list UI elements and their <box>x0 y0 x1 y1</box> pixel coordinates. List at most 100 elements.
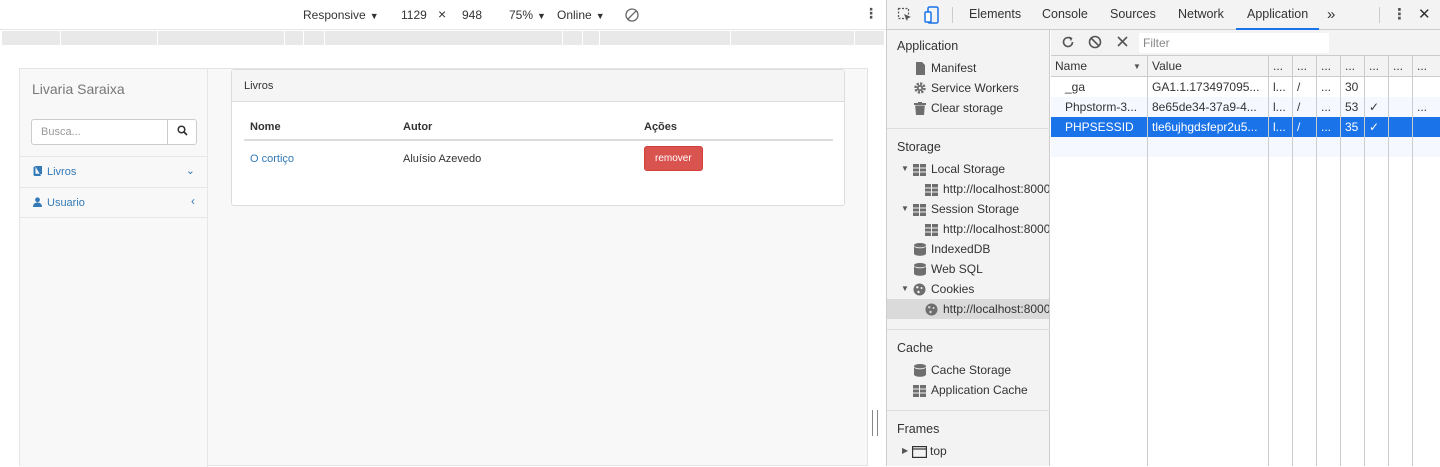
network-throttle-select[interactable]: Online ▼ <box>557 8 605 23</box>
chevron-left-icon: ‹ <box>191 194 195 208</box>
device-viewport: Responsive ▼ 1129 × 948 75% ▼ Online ▼ ⋮ Li… <box>0 0 886 467</box>
sidebar-item-indexeddb[interactable]: IndexedDB <box>887 239 1049 259</box>
sidebar-item-manifest[interactable]: Manifest <box>887 58 1049 78</box>
book-author: Aluísio Azevedo <box>403 152 482 165</box>
sidebar-item-session-storage[interactable]: ▼ Session Storage <box>887 199 1049 219</box>
tab-elements[interactable]: Elements <box>969 0 1021 30</box>
tab-console[interactable]: Console <box>1042 0 1088 30</box>
search-input[interactable] <box>31 119 168 145</box>
expand-triangle-icon[interactable]: ▶ <box>902 441 908 461</box>
device-toolbar-icon[interactable] <box>924 6 940 27</box>
column-header-expires[interactable]: ... <box>1317 56 1341 76</box>
table-row: O cortiço Aluísio Azevedo remover <box>244 140 833 176</box>
cookies-toolbar <box>1051 30 1440 56</box>
column-header-http[interactable]: ... <box>1365 56 1389 76</box>
table-row[interactable]: Phpstorm-3... 8e65de34-37a9-4... l... / … <box>1051 97 1440 117</box>
grid-icon <box>913 162 926 176</box>
devtools-panel: Elements Console Sources Network Applica… <box>886 0 1440 466</box>
device-mode-select[interactable]: Responsive ▼ <box>303 8 379 23</box>
books-panel: Livros Nome Autor Ações O cortiço Aluísi… <box>231 69 845 206</box>
more-tabs-icon[interactable]: » <box>1327 0 1335 30</box>
database-icon <box>914 262 927 276</box>
sidebar-item-local-storage[interactable]: ▼ Local Storage <box>887 159 1049 179</box>
filter-input[interactable] <box>1139 33 1329 53</box>
section-title-frames: Frames <box>897 422 940 436</box>
clear-all-icon[interactable] <box>1088 35 1102 52</box>
remove-button[interactable]: remover <box>644 146 703 171</box>
table-row-selected[interactable]: PHPSESSID tle6ujhgdsfepr2u5... l... / ..… <box>1051 117 1440 137</box>
gear-icon <box>913 81 926 94</box>
section-title-storage: Storage <box>897 140 941 154</box>
column-header-samesite[interactable]: ... <box>1413 56 1440 76</box>
column-header-autor: Autor <box>397 114 638 141</box>
emulated-page: Livaria Saraixa Livros ⌄ <box>19 68 868 467</box>
book-icon <box>33 165 43 179</box>
cookie-icon <box>913 282 926 296</box>
column-header-secure[interactable]: ... <box>1389 56 1413 76</box>
column-header-size[interactable]: ... <box>1341 56 1365 76</box>
application-sidebar: Application Manifest Service Workers Cle… <box>887 30 1050 466</box>
rotate-icon[interactable] <box>624 7 640 26</box>
grid-icon <box>913 383 926 397</box>
device-toolbar: Responsive ▼ 1129 × 948 75% ▼ Online ▼ ⋮ <box>0 0 886 30</box>
devtools-tabbar: Elements Console Sources Network Applica… <box>887 0 1440 30</box>
column-header-value[interactable]: Value <box>1148 56 1269 76</box>
sidebar-item-websql[interactable]: Web SQL <box>887 259 1049 279</box>
tab-network[interactable]: Network <box>1178 0 1224 30</box>
empty-row <box>1051 137 1440 157</box>
sidebar-item-local-origin[interactable]: http://localhost:8000 <box>887 179 1049 199</box>
media-query-ruler[interactable] <box>2 31 884 45</box>
sidebar-item-cache-storage[interactable]: Cache Storage <box>887 360 1049 380</box>
devtools-menu-icon[interactable]: ⋮ <box>1392 0 1407 30</box>
expand-triangle-icon[interactable]: ▼ <box>901 279 909 299</box>
sidebar-item-application-cache[interactable]: Application Cache <box>887 380 1049 400</box>
grid-icon <box>925 182 938 196</box>
resize-handle[interactable] <box>872 410 878 436</box>
search-icon <box>176 125 188 139</box>
nav-item-label: Livros <box>47 166 77 178</box>
nav-item-usuario[interactable]: Usuario ‹ <box>20 187 207 218</box>
dimension-separator: × <box>438 6 447 22</box>
sidebar-item-service-workers[interactable]: Service Workers <box>887 78 1049 98</box>
refresh-icon[interactable] <box>1061 35 1075 52</box>
expand-triangle-icon[interactable]: ▼ <box>901 199 909 219</box>
table-row[interactable]: _ga GA1.1.173497095... l... / ... 30 <box>1051 77 1440 97</box>
section-title-application: Application <box>897 39 959 53</box>
column-header-path[interactable]: ... <box>1293 56 1317 76</box>
chevron-down-icon: ⌄ <box>185 165 195 177</box>
column-header-nome: Nome <box>244 114 397 141</box>
cookies-grid: Phpstorm-3... 8e65de34-37a9-4... l... / … <box>1051 56 1440 466</box>
viewport-height-input[interactable]: 948 <box>462 8 482 22</box>
cookie-icon <box>925 302 938 316</box>
sidebar-item-clear-storage[interactable]: Clear storage <box>887 98 1049 118</box>
section-title-cache: Cache <box>897 341 934 355</box>
panel-title: Livros <box>232 70 844 102</box>
sidebar-item-cookies[interactable]: ▼ Cookies <box>887 279 1049 299</box>
tab-sources[interactable]: Sources <box>1110 0 1156 30</box>
expand-triangle-icon[interactable]: ▼ <box>901 159 909 179</box>
sidebar-item-frame-top[interactable]: ▶ top <box>887 441 1049 461</box>
sidebar-item-session-origin[interactable]: http://localhost:8000 <box>887 219 1049 239</box>
user-icon <box>33 197 42 210</box>
tab-application[interactable]: Application <box>1236 0 1320 30</box>
more-options-icon[interactable]: ⋮ <box>864 6 878 20</box>
nav-item-livros[interactable]: Livros ⌄ <box>20 156 207 187</box>
inspect-element-icon[interactable] <box>897 7 913 26</box>
grid-icon <box>913 202 926 216</box>
database-icon <box>914 242 927 256</box>
book-title-link[interactable]: O cortiço <box>250 153 294 165</box>
zoom-select[interactable]: 75% ▼ <box>509 8 546 23</box>
delete-selected-icon[interactable] <box>1116 35 1129 51</box>
close-icon[interactable]: ✕ <box>1418 0 1431 30</box>
grid-icon <box>925 222 938 236</box>
viewport-width-input[interactable]: 1129 <box>401 8 427 22</box>
table-header-row: Name ▼ Value ... ... ... ... ... ... ... <box>1051 56 1440 77</box>
sidebar-item-cookies-origin[interactable]: http://localhost:8000 <box>887 299 1049 319</box>
search-button[interactable] <box>167 119 197 145</box>
cookies-view: Phpstorm-3... 8e65de34-37a9-4... l... / … <box>1051 30 1440 466</box>
sort-descending-icon[interactable]: ▼ <box>1133 62 1141 71</box>
site-brand[interactable]: Livaria Saraixa <box>32 81 125 97</box>
column-header-domain[interactable]: ... <box>1269 56 1293 76</box>
trash-icon <box>914 101 927 115</box>
frame-icon <box>912 444 928 459</box>
